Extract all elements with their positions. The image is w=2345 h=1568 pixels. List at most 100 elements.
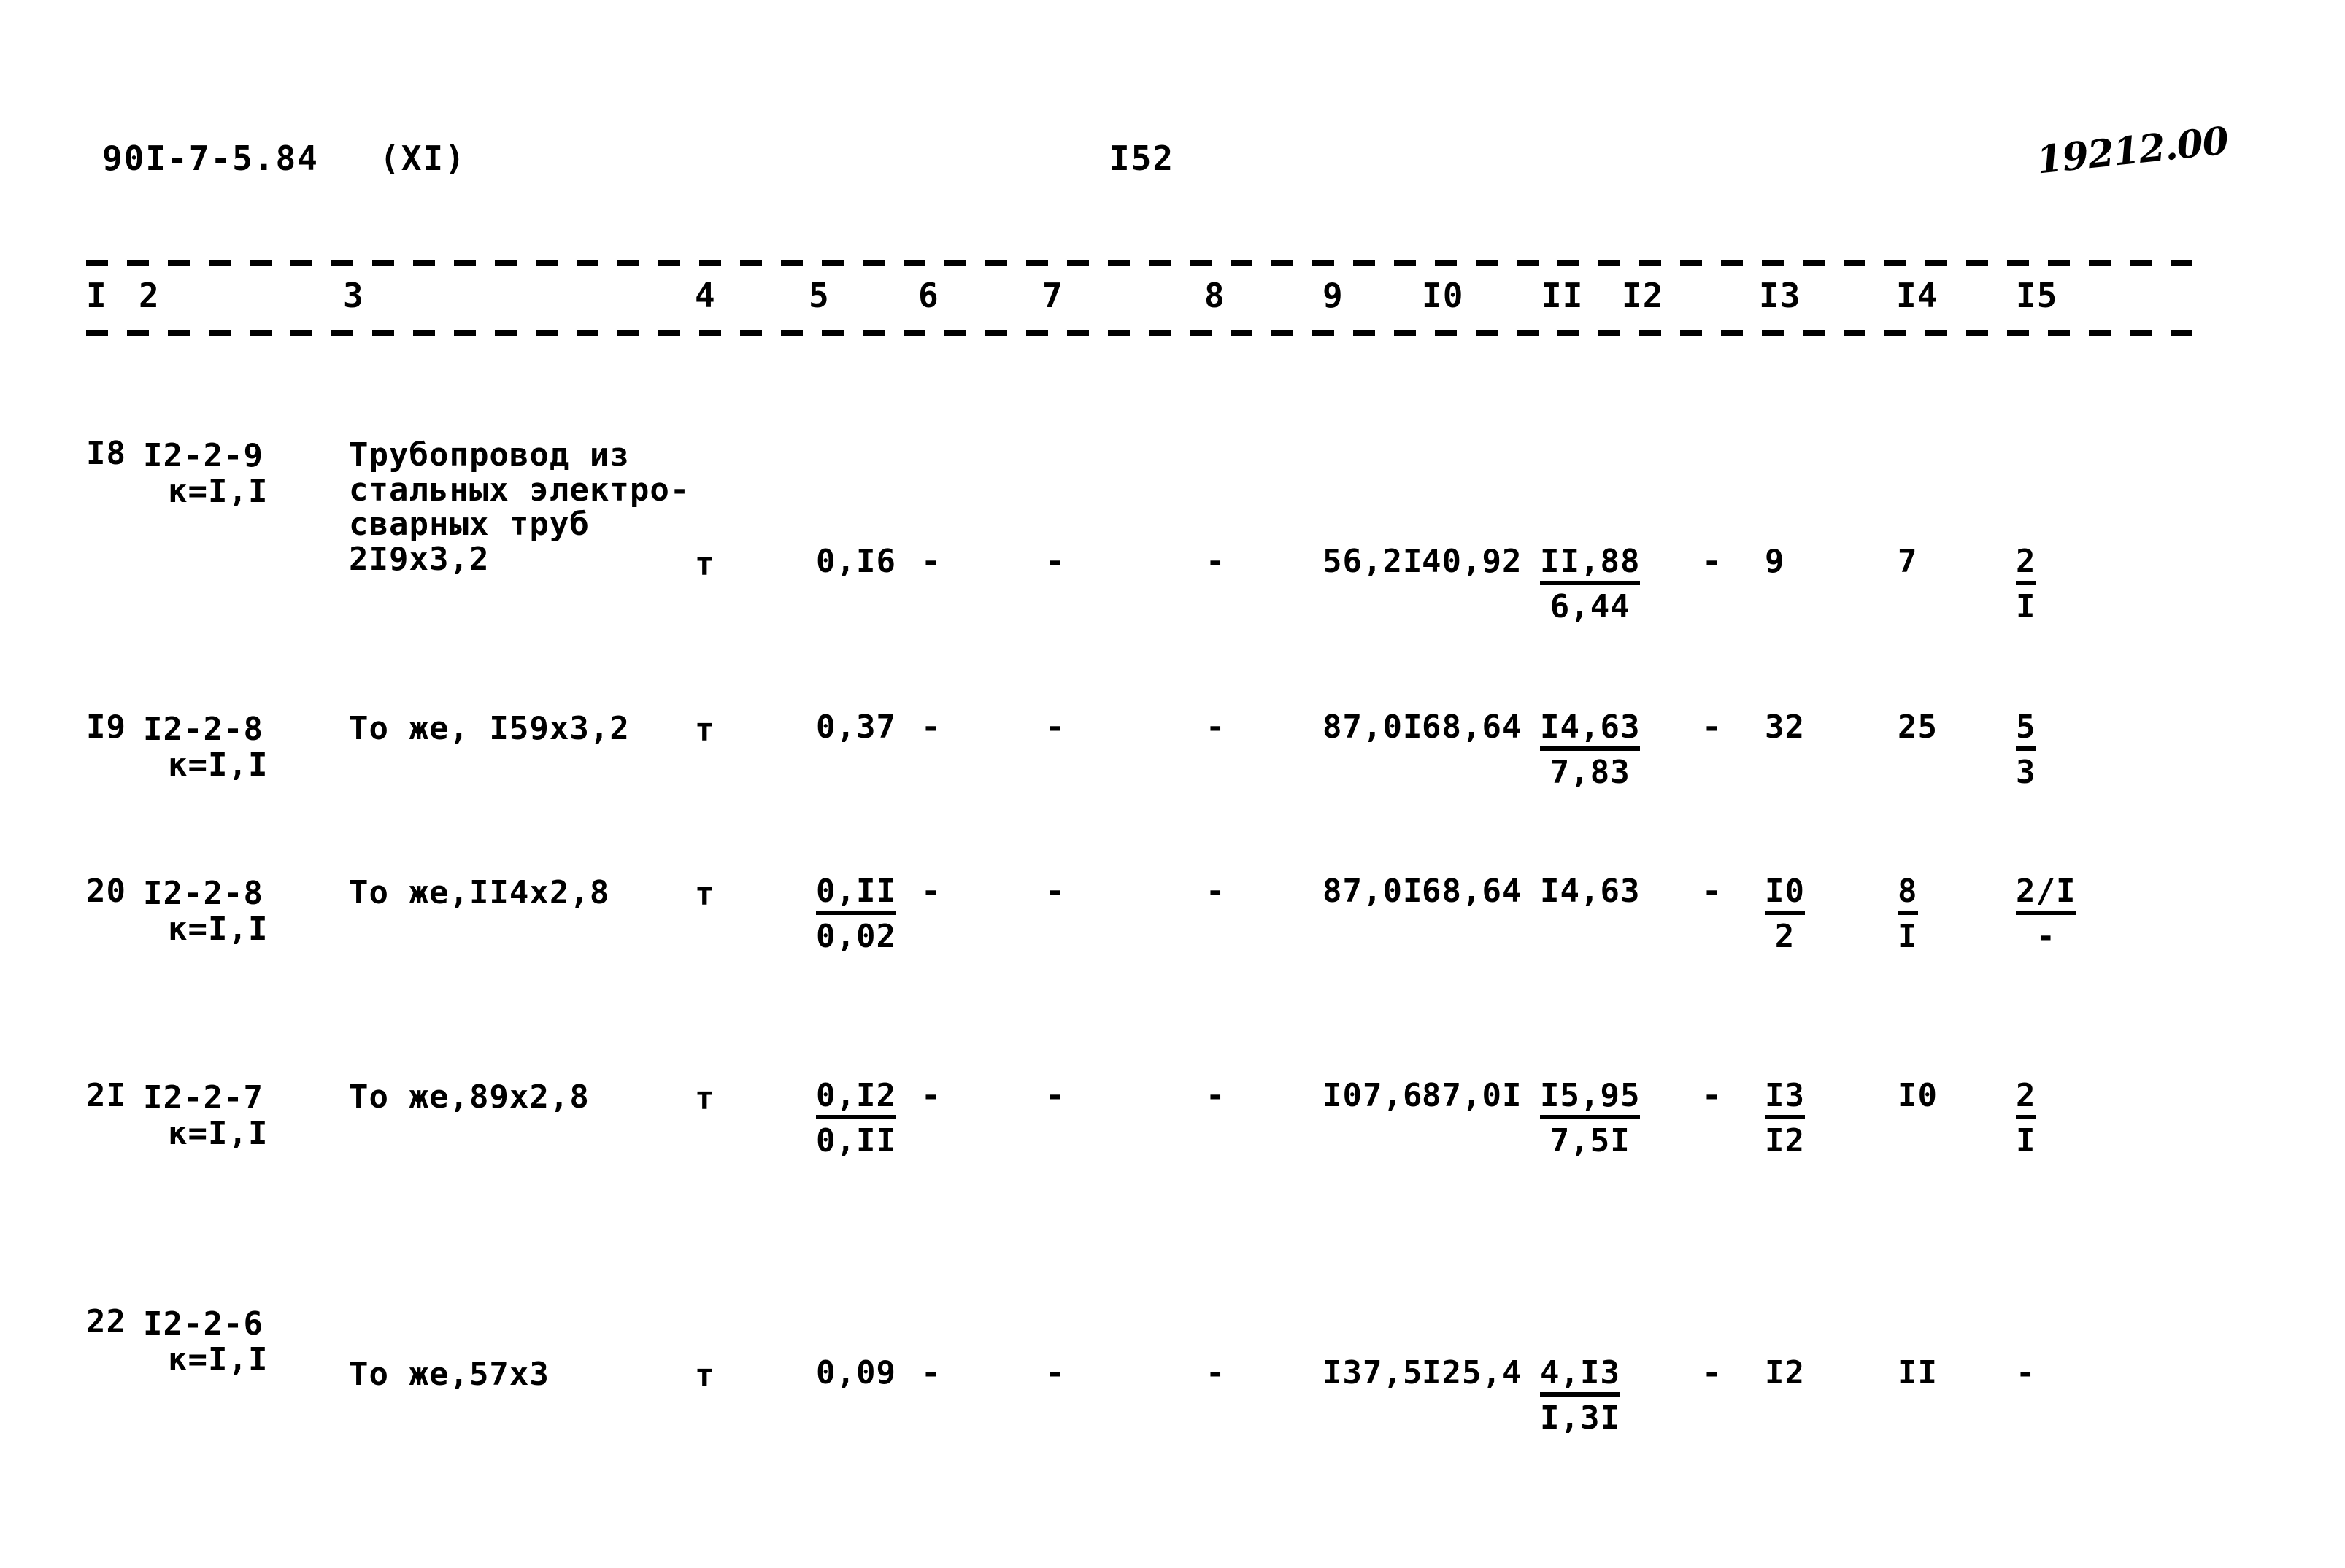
row-col15-denominator: 3 <box>2016 754 2036 791</box>
row-unit: т <box>695 711 715 749</box>
row-col10: 68,64 <box>1422 708 1522 746</box>
row-number: I9 <box>86 708 126 746</box>
row-code-block: I2-2-8 к=I,I <box>143 711 268 784</box>
row-col11-denominator: 7,5I <box>1549 1122 1630 1159</box>
row-col8: - <box>1206 543 1226 580</box>
row-number: 22 <box>86 1303 126 1340</box>
row-unit: т <box>695 1357 715 1394</box>
row-col15-denominator: - <box>2036 918 2056 955</box>
row-col12: - <box>1702 1077 1722 1114</box>
row-col12: - <box>1702 708 1722 746</box>
row-col13-numerator: I3 <box>1765 1080 1805 1119</box>
row-col14: II <box>1898 1354 1938 1391</box>
row-col11: I5,95 7,5I <box>1540 1080 1641 1159</box>
row-col15-denominator: I <box>2016 588 2036 625</box>
row-col11: I4,63 7,83 <box>1540 711 1641 791</box>
row-coefficient: к=I,I <box>168 1115 269 1153</box>
row-col15-numerator: 2 <box>2016 546 2036 585</box>
row-col7: - <box>1045 873 1066 910</box>
row-col5-numerator: 0,I2 <box>816 1080 896 1119</box>
row-description: То же,89х2,8 <box>349 1078 590 1116</box>
row-col5-numerator: 0,II <box>816 876 896 915</box>
row-col6: - <box>921 708 942 746</box>
row-description: То же,II4х2,8 <box>349 874 610 911</box>
row-col6: - <box>921 873 942 910</box>
row-col15: 2/I - <box>2016 876 2076 953</box>
row-col13-denominator: 2 <box>1774 918 1795 955</box>
row-col6: - <box>921 1354 942 1391</box>
row-coefficient: к=I,I <box>168 1341 269 1379</box>
row-col13: I2 <box>1765 1354 1805 1391</box>
row-code-block: I2-2-7 к=I,I <box>143 1080 268 1152</box>
row-col14-numerator: 8 <box>1898 876 1918 915</box>
row-col9: 87,0I <box>1322 708 1423 746</box>
row-col9: I07,6 <box>1322 1077 1423 1114</box>
row-col8: - <box>1206 708 1226 746</box>
row-code-block: I2-2-6 к=I,I <box>143 1306 268 1378</box>
row-col11-numerator: 4,I3 <box>1540 1357 1620 1397</box>
row-col8: - <box>1206 873 1226 910</box>
row-description: То же, I59х3,2 <box>349 710 630 747</box>
row-col11-denominator: I,3I <box>1540 1399 1620 1437</box>
row-col7: - <box>1045 543 1066 580</box>
row-coefficient: к=I,I <box>168 911 269 949</box>
row-col13: 9 <box>1765 543 1785 580</box>
row-col9: 87,0I <box>1322 873 1423 910</box>
row-col10: 87,0I <box>1422 1077 1522 1114</box>
row-col10: I25,4 <box>1422 1354 1522 1391</box>
row-number: 2I <box>86 1077 126 1114</box>
row-unit: т <box>695 876 715 913</box>
row-col11: II,88 6,44 <box>1540 546 1641 625</box>
row-col11-numerator: I5,95 <box>1540 1080 1641 1119</box>
row-code: I2-2-8 <box>143 875 263 912</box>
row-code: I2-2-6 <box>143 1305 263 1343</box>
table-body: I8 I2-2-9 к=I,I Трубопровод из стальных эле… <box>0 0 2345 1568</box>
row-col15-denominator: I <box>2016 1122 2036 1159</box>
row-col14: 7 <box>1898 543 1918 580</box>
row-coefficient: к=I,I <box>168 746 269 784</box>
row-col15: - <box>2016 1354 2036 1391</box>
row-col5: 0,37 <box>816 708 896 746</box>
row-col12: - <box>1702 873 1722 910</box>
row-col5-denominator: 0,II <box>816 1122 896 1159</box>
row-col14: 25 <box>1898 708 1938 746</box>
row-col15: 2I <box>2016 546 2036 623</box>
row-coefficient: к=I,I <box>168 473 269 511</box>
row-number: I8 <box>86 435 126 472</box>
row-col13-numerator: I0 <box>1765 876 1805 915</box>
row-col5: 0,I6 <box>816 543 896 580</box>
row-unit: т <box>695 546 715 583</box>
row-number: 20 <box>86 873 126 910</box>
row-col13: I3 I2 <box>1765 1080 1805 1157</box>
row-code-block: I2-2-9 к=I,I <box>143 438 268 510</box>
row-col8: - <box>1206 1354 1226 1391</box>
row-col15-numerator: 5 <box>2016 711 2036 751</box>
row-col11: 4,I3 I,3I <box>1540 1357 1620 1434</box>
row-col12: - <box>1702 1354 1722 1391</box>
row-col11-denominator: 6,44 <box>1549 588 1630 625</box>
row-unit: т <box>695 1080 715 1117</box>
row-col11-denominator: 7,83 <box>1549 754 1630 791</box>
row-col10: 40,92 <box>1422 543 1522 580</box>
row-col7: - <box>1045 1077 1066 1114</box>
row-col9: I37,5 <box>1322 1354 1423 1391</box>
row-col15-numerator: 2 <box>2016 1080 2036 1119</box>
row-col5: 0,09 <box>816 1354 896 1391</box>
row-description: То же,57х3 <box>349 1356 550 1393</box>
document-page: 90I-7-5.84 (XI) I52 19212.00 I 2 3 4 5 6 7 8 9 I0… <box>0 0 2345 1568</box>
row-col7: - <box>1045 708 1066 746</box>
row-description: Трубопровод из стальных электро- сварных… <box>349 436 690 578</box>
row-code: I2-2-8 <box>143 711 263 748</box>
row-col7: - <box>1045 1354 1066 1391</box>
row-col14: I0 <box>1898 1077 1938 1114</box>
row-col5: 0,I2 0,II <box>816 1080 896 1157</box>
row-code: I2-2-9 <box>143 437 263 474</box>
row-col6: - <box>921 543 942 580</box>
row-col15: 53 <box>2016 711 2036 789</box>
row-col5: 0,II 0,02 <box>816 876 896 953</box>
row-col13: I0 2 <box>1765 876 1805 953</box>
row-col6: - <box>921 1077 942 1114</box>
row-col14: 8I <box>1898 876 1918 953</box>
row-col12: - <box>1702 543 1722 580</box>
row-col15: 2I <box>2016 1080 2036 1157</box>
